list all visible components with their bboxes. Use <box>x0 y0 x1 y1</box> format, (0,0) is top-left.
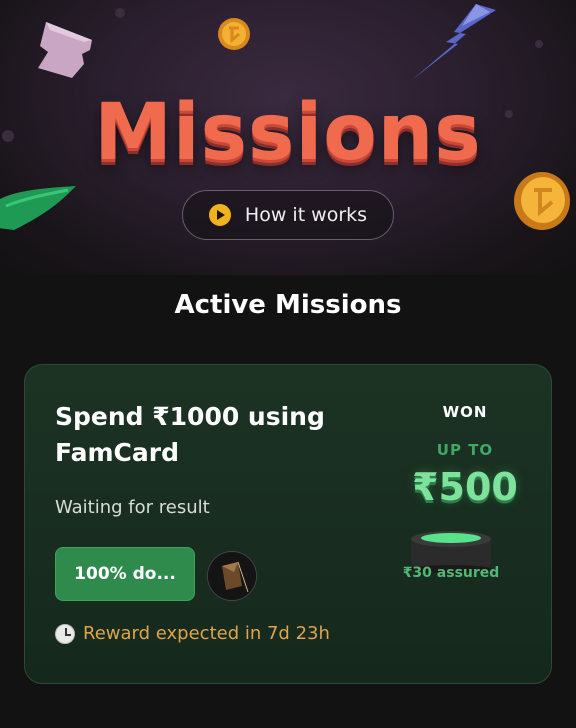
play-icon <box>208 204 231 226</box>
mission-status: Waiting for result <box>55 497 210 518</box>
mission-title: Spend ₹1000 using FamCard <box>55 402 325 467</box>
assured-text: ₹30 assured <box>402 565 500 581</box>
mission-card[interactable]: Spend ₹1000 using FamCard Waiting for re… <box>24 364 552 684</box>
clock-icon <box>55 623 75 644</box>
page-title: Missions <box>94 88 482 178</box>
progress-button[interactable]: 100% do... <box>55 547 195 601</box>
famcard-thumbnail[interactable] <box>207 551 257 601</box>
how-it-works-button[interactable]: How it works <box>182 190 394 240</box>
coin-icon <box>514 172 570 230</box>
how-it-works-label: How it works <box>244 204 368 226</box>
hero-banner: Missions How it works <box>0 0 576 275</box>
won-label: WON <box>442 403 488 421</box>
up-to-label: UP TO <box>436 441 494 459</box>
reward-amount: ₹500 <box>412 465 518 509</box>
card-icon <box>208 552 256 600</box>
reward-eta-text: Reward expected in 7d 23h <box>83 623 330 644</box>
lightning-bolt-icon <box>412 4 496 80</box>
decor-dot <box>115 8 125 18</box>
cash-icon <box>0 186 76 230</box>
ticket-icon <box>38 22 92 78</box>
reward-eta: Reward expected in 7d 23h <box>55 623 330 644</box>
decor-dot <box>535 40 543 48</box>
section-title: Active Missions <box>174 290 402 320</box>
coin-icon <box>218 18 250 50</box>
